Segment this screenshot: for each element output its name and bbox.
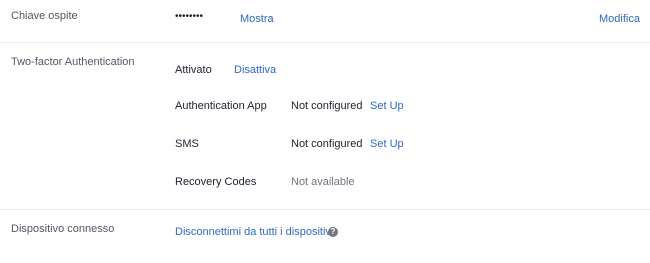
guest-key-label: Chiave ospite xyxy=(11,10,78,22)
method-status-recovery-codes: Not available xyxy=(291,176,355,188)
method-status-authentication-app: Not configured xyxy=(291,100,363,112)
two-factor-label: Two-factor Authentication xyxy=(11,56,135,68)
setup-authentication-app-link[interactable]: Set Up xyxy=(370,99,404,113)
guest-key-masked-value: •••••••• xyxy=(175,11,204,22)
disable-two-factor-link[interactable]: Disattiva xyxy=(234,63,276,77)
connected-device-label: Dispositivo connesso xyxy=(11,223,115,235)
setup-sms-link[interactable]: Set Up xyxy=(370,137,404,151)
method-name-authentication-app: Authentication App xyxy=(175,100,267,112)
divider xyxy=(0,42,650,43)
edit-guest-key-link[interactable]: Modifica xyxy=(599,12,640,26)
question-circle-icon[interactable]: ? xyxy=(328,227,338,237)
method-name-recovery-codes: Recovery Codes xyxy=(175,176,257,188)
show-guest-key-link[interactable]: Mostra xyxy=(240,12,274,26)
disconnect-all-devices-link[interactable]: Disconnettimi da tutti i dispositivi xyxy=(175,225,333,239)
divider xyxy=(0,209,650,210)
method-status-sms: Not configured xyxy=(291,138,363,150)
method-name-sms: SMS xyxy=(175,138,199,150)
two-factor-status: Attivato xyxy=(175,64,212,76)
